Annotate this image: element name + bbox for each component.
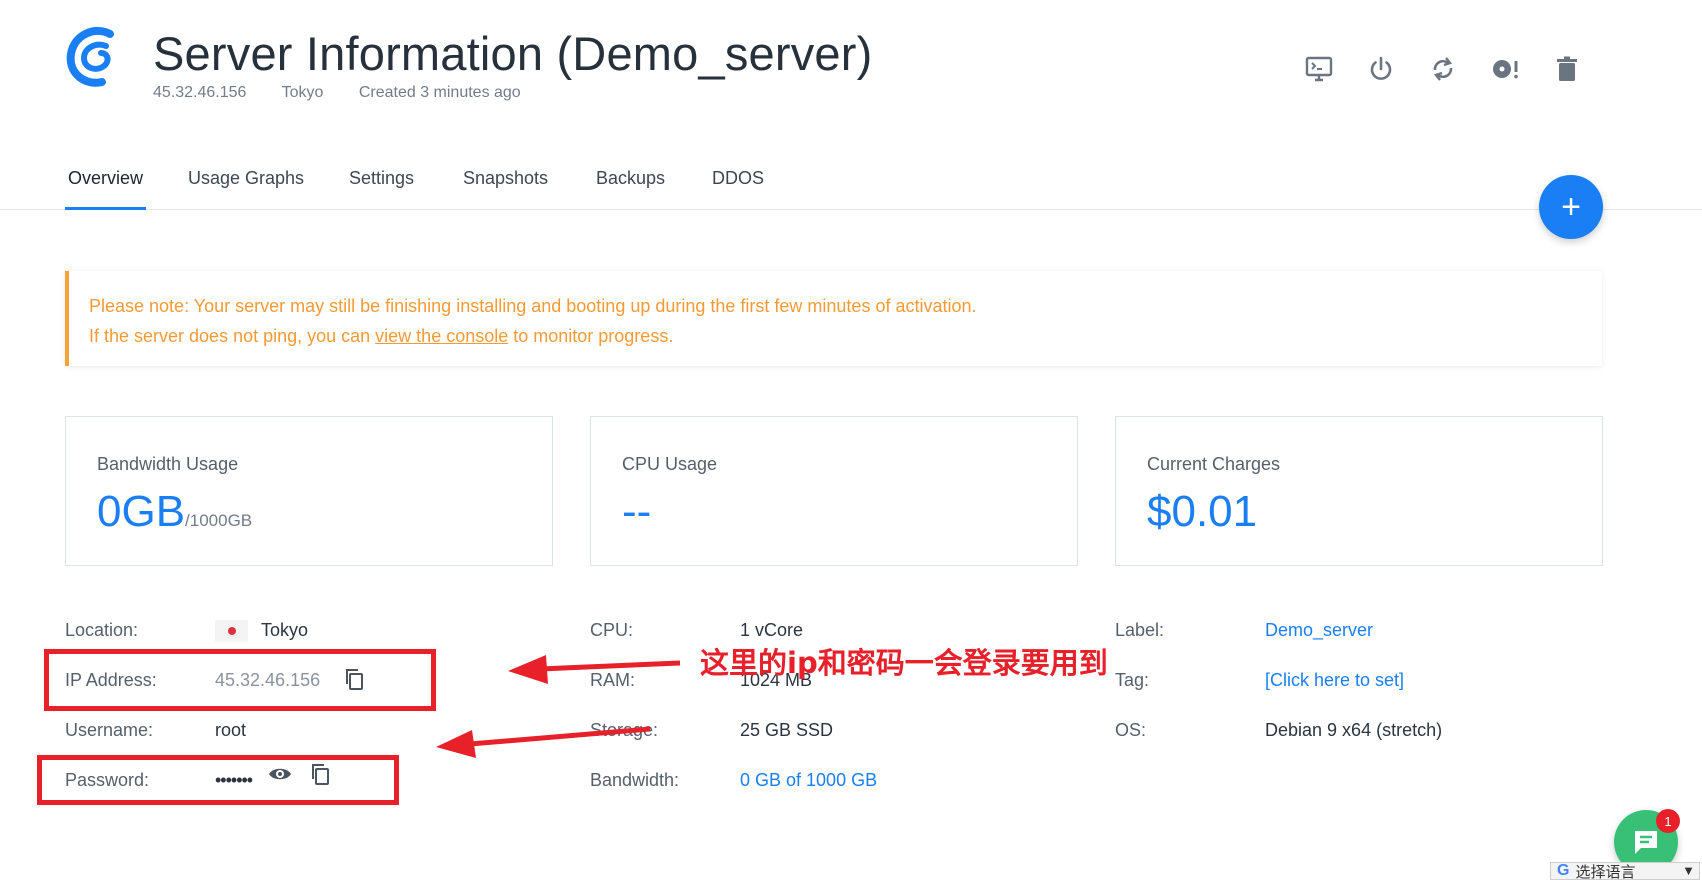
- notice-line-2-prefix: If the server does not ping, you can: [89, 326, 376, 346]
- notice-line-1: Please note: Your server may still be fi…: [89, 296, 977, 316]
- language-selector-label: 选择语言: [1575, 863, 1636, 880]
- username-label: Username:: [65, 720, 154, 740]
- restart-button[interactable]: [1424, 50, 1462, 88]
- active-tab-indicator: [65, 207, 146, 210]
- tab-bar: Overview Usage Graphs Settings Snapshots…: [0, 158, 1702, 210]
- page-title: Server Information (Demo_server): [153, 27, 873, 80]
- chat-icon: [1635, 831, 1657, 854]
- ip-highlight-box: [44, 649, 436, 711]
- bandwidth-usage-label: Bandwidth Usage: [97, 454, 239, 474]
- set-tag-link[interactable]: [Click here to set]: [1265, 670, 1404, 691]
- bandwidth-usage-value: 0GB/1000GB: [97, 487, 252, 537]
- bandwidth-value-link[interactable]: 0 GB of 1000 GB: [740, 770, 877, 791]
- bandwidth-usage-card: Bandwidth Usage 0GB/1000GB: [65, 416, 553, 566]
- os-value: Debian 9 x64 (stretch): [1265, 720, 1443, 740]
- current-charges-value: $0.01: [1147, 487, 1258, 536]
- bandwidth-usage-amount: 0GB: [97, 487, 186, 536]
- notice-line-2: If the server does not ping, you can vie…: [89, 321, 1602, 351]
- tag-label: Tag:: [1115, 670, 1150, 690]
- location-label: Location:: [65, 620, 139, 640]
- username-value: root: [215, 720, 247, 740]
- cpu-usage-value: --: [622, 487, 652, 536]
- reinstall-icon: [1493, 60, 1518, 79]
- add-server-button[interactable]: +: [1539, 175, 1603, 239]
- cpu-usage-card: CPU Usage --: [590, 416, 1078, 566]
- restart-icon: [1433, 57, 1453, 81]
- server-ip: 45.32.46.156: [153, 84, 247, 101]
- current-charges-card: Current Charges $0.01: [1115, 416, 1603, 566]
- trash-icon: [1557, 56, 1577, 81]
- bandwidth-label: Bandwidth:: [590, 770, 680, 790]
- cpu-label: CPU:: [590, 620, 634, 640]
- password-highlight-box: [37, 755, 399, 805]
- google-icon: G: [1557, 862, 1570, 879]
- vultr-logo-icon: [66, 26, 114, 87]
- power-icon: [1370, 56, 1392, 80]
- ip-arrow-line: [539, 660, 681, 672]
- activation-notice: Please note: Your server may still be fi…: [65, 271, 1602, 366]
- server-label-label: Label:: [1115, 620, 1165, 640]
- chevron-down-icon: ▼: [1682, 863, 1695, 878]
- reinstall-button[interactable]: [1486, 50, 1524, 88]
- console-button[interactable]: [1300, 50, 1338, 88]
- server-label-link[interactable]: Demo_server: [1265, 620, 1373, 641]
- ram-label: RAM:: [590, 670, 635, 690]
- tab-overview[interactable]: Overview: [68, 168, 143, 189]
- tab-usage-graphs[interactable]: Usage Graphs: [188, 168, 304, 189]
- ip-arrow-head: [508, 655, 548, 684]
- console-icon: [1305, 56, 1333, 82]
- japan-flag-icon: [215, 620, 248, 642]
- current-charges-label: Current Charges: [1147, 454, 1281, 474]
- tab-settings[interactable]: Settings: [349, 168, 414, 189]
- chat-unread-badge: 1: [1656, 809, 1680, 833]
- location-value: Tokyo: [261, 620, 309, 640]
- cpu-usage-label: CPU Usage: [622, 454, 718, 474]
- power-button[interactable]: [1362, 50, 1400, 88]
- server-created: Created 3 minutes ago: [358, 84, 521, 101]
- storage-label: Storage:: [590, 720, 659, 740]
- language-selector[interactable]: G 选择语言 ▼: [1550, 862, 1700, 880]
- cpu-value: 1 vCore: [740, 620, 804, 640]
- storage-value: 25 GB SSD: [740, 720, 834, 740]
- os-label: OS:: [1115, 720, 1147, 740]
- tab-ddos[interactable]: DDOS: [712, 168, 764, 189]
- password-arrow-head: [436, 730, 476, 758]
- server-subline: 45.32.46.156 Tokyo Created 3 minutes ago: [153, 84, 552, 102]
- tab-backups[interactable]: Backups: [596, 168, 665, 189]
- view-console-link[interactable]: view the console: [375, 326, 508, 346]
- server-location: Tokyo: [281, 84, 324, 101]
- bandwidth-usage-limit: /1000GB: [185, 511, 253, 530]
- annotation-text: 这里的ip和密码一会登录要用到: [700, 646, 1108, 680]
- notice-line-2-suffix: to monitor progress.: [508, 326, 674, 346]
- tab-snapshots[interactable]: Snapshots: [463, 168, 548, 189]
- destroy-button[interactable]: [1548, 50, 1586, 88]
- server-actions: [1300, 50, 1600, 90]
